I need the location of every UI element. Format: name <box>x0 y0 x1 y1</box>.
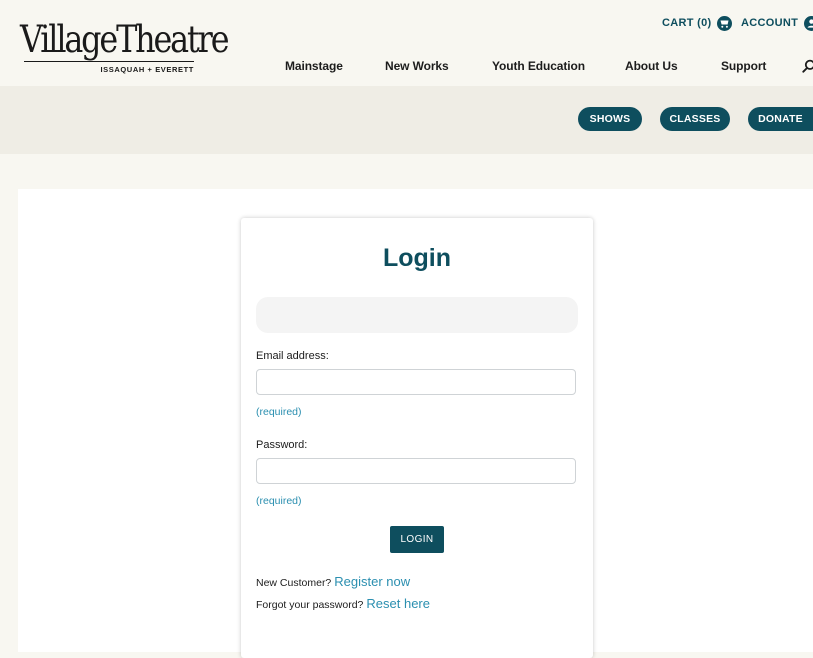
password-required-hint: (required) <box>256 495 302 507</box>
search-icon[interactable] <box>802 59 813 73</box>
cart-link[interactable]: CART (0) <box>662 15 733 31</box>
shows-button[interactable]: SHOWS <box>578 107 642 131</box>
nav-item-youth-education[interactable]: Youth Education <box>492 59 585 73</box>
donate-button[interactable]: DONATE <box>748 107 813 131</box>
account-label: ACCOUNT <box>741 17 799 29</box>
site-header: VillageTheatre ISSAQUAH + EVERETT CART (… <box>0 0 813 86</box>
classes-button[interactable]: CLASSES <box>660 107 730 131</box>
forgot-password-text: Forgot your password? <box>256 599 364 611</box>
logo-wordmark: VillageTheatre <box>20 18 230 61</box>
page-title: Login <box>382 244 452 272</box>
register-link[interactable]: Register now <box>334 574 410 589</box>
nav-item-mainstage[interactable]: Mainstage <box>285 59 343 73</box>
email-required-hint: (required) <box>256 406 302 418</box>
reset-password-link[interactable]: Reset here <box>366 596 430 611</box>
account-link[interactable]: ACCOUNT <box>741 15 813 31</box>
nav-item-support[interactable]: Support <box>721 59 766 73</box>
email-label: Email address: <box>256 350 329 362</box>
action-bar: SHOWS CLASSES DONATE <box>0 86 813 154</box>
login-card: Login Email address: (required) Password… <box>241 218 593 658</box>
message-box <box>256 297 578 333</box>
cart-label: CART (0) <box>662 17 712 29</box>
new-customer-text: New Customer? <box>256 577 332 589</box>
user-icon <box>804 15 813 31</box>
password-label: Password: <box>256 439 308 451</box>
nav-item-about-us[interactable]: About Us <box>625 59 678 73</box>
email-field[interactable] <box>256 369 576 395</box>
forgot-password-line: Forgot your password? Reset here <box>256 596 430 611</box>
cart-icon <box>717 15 733 31</box>
password-field[interactable] <box>256 458 576 484</box>
nav-item-new-works[interactable]: New Works <box>385 59 449 73</box>
new-customer-line: New Customer? Register now <box>256 574 410 589</box>
login-button[interactable]: LOGIN <box>390 526 444 553</box>
main-nav: Mainstage New Works Youth Education Abou… <box>0 59 813 75</box>
